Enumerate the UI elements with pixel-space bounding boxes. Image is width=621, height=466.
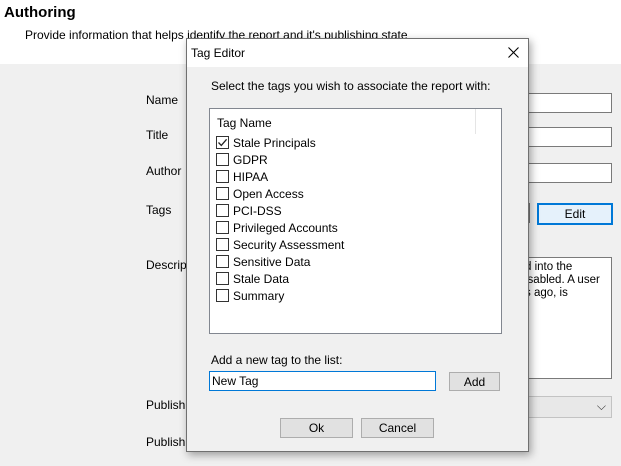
tags-label: Tags: [146, 203, 172, 217]
tag-checkbox[interactable]: [216, 153, 229, 166]
author-label: Author: [146, 164, 182, 178]
description-label: Descrip: [146, 258, 187, 272]
publish-label: Publish: [146, 398, 186, 412]
tag-row[interactable]: Security Assessment: [215, 236, 475, 253]
tag-row[interactable]: Open Access: [215, 185, 475, 202]
tag-checkbox[interactable]: [216, 187, 229, 200]
column-header-tag-name[interactable]: Tag Name: [210, 109, 476, 134]
add-tag-button[interactable]: Add: [449, 372, 500, 391]
tag-label: Stale Data: [233, 272, 290, 286]
tag-label: Security Assessment: [233, 238, 345, 252]
tag-checkbox[interactable]: [216, 272, 229, 285]
tag-label: Sensitive Data: [233, 255, 311, 269]
dialog-titlebar[interactable]: Tag Editor: [187, 39, 528, 67]
publish-state-label: Publish: [146, 435, 186, 449]
tag-checkbox[interactable]: [216, 289, 229, 302]
tag-row[interactable]: Privileged Accounts: [215, 219, 475, 236]
tag-checkbox[interactable]: [216, 221, 229, 234]
tag-row[interactable]: Stale Principals: [215, 134, 475, 151]
dialog-instruction: Select the tags you wish to associate th…: [211, 79, 491, 93]
tag-label: Summary: [233, 289, 285, 303]
tag-row[interactable]: PCI-DSS: [215, 202, 475, 219]
dialog-title: Tag Editor: [191, 46, 246, 60]
page-title: Authoring: [4, 4, 76, 21]
checkmark-icon: [218, 138, 228, 147]
chevron-down-icon: ⌵: [596, 399, 606, 413]
tag-row[interactable]: HIPAA: [215, 168, 475, 185]
description-line: isabled. A user: [525, 274, 600, 286]
name-label: Name: [146, 93, 179, 107]
tag-row[interactable]: Summary: [215, 287, 475, 304]
tag-checkbox[interactable]: [216, 170, 229, 183]
tag-row[interactable]: GDPR: [215, 151, 475, 168]
tag-label: GDPR: [233, 153, 268, 167]
tag-list[interactable]: Tag Name Stale Principals GDPR HIPAA Ope…: [209, 108, 502, 334]
ok-button[interactable]: Ok: [280, 418, 353, 438]
add-tag-label: Add a new tag to the list:: [211, 353, 343, 367]
tag-label: PCI-DSS: [233, 204, 282, 218]
new-tag-input[interactable]: [209, 371, 436, 391]
description-line: s ago, is: [525, 287, 568, 299]
tag-row[interactable]: Stale Data: [215, 270, 475, 287]
column-header-label: Tag Name: [217, 116, 272, 130]
tag-editor-dialog: Tag Editor Select the tags you wish to a…: [186, 38, 529, 452]
tag-label: Stale Principals: [233, 136, 316, 150]
edit-tags-button[interactable]: Edit: [537, 203, 613, 225]
cancel-button[interactable]: Cancel: [361, 418, 434, 438]
tag-checkbox[interactable]: [216, 255, 229, 268]
tag-label: Privileged Accounts: [233, 221, 338, 235]
description-line: d into the: [525, 261, 573, 273]
title-label: Title: [146, 128, 169, 142]
tag-checkbox[interactable]: [216, 204, 229, 217]
tag-row[interactable]: Sensitive Data: [215, 253, 475, 270]
tag-checkbox[interactable]: [216, 238, 229, 251]
tag-label: HIPAA: [233, 170, 269, 184]
tag-checkbox[interactable]: [216, 136, 229, 149]
close-icon: [508, 47, 519, 58]
close-button[interactable]: [498, 39, 528, 67]
tag-label: Open Access: [233, 187, 304, 201]
